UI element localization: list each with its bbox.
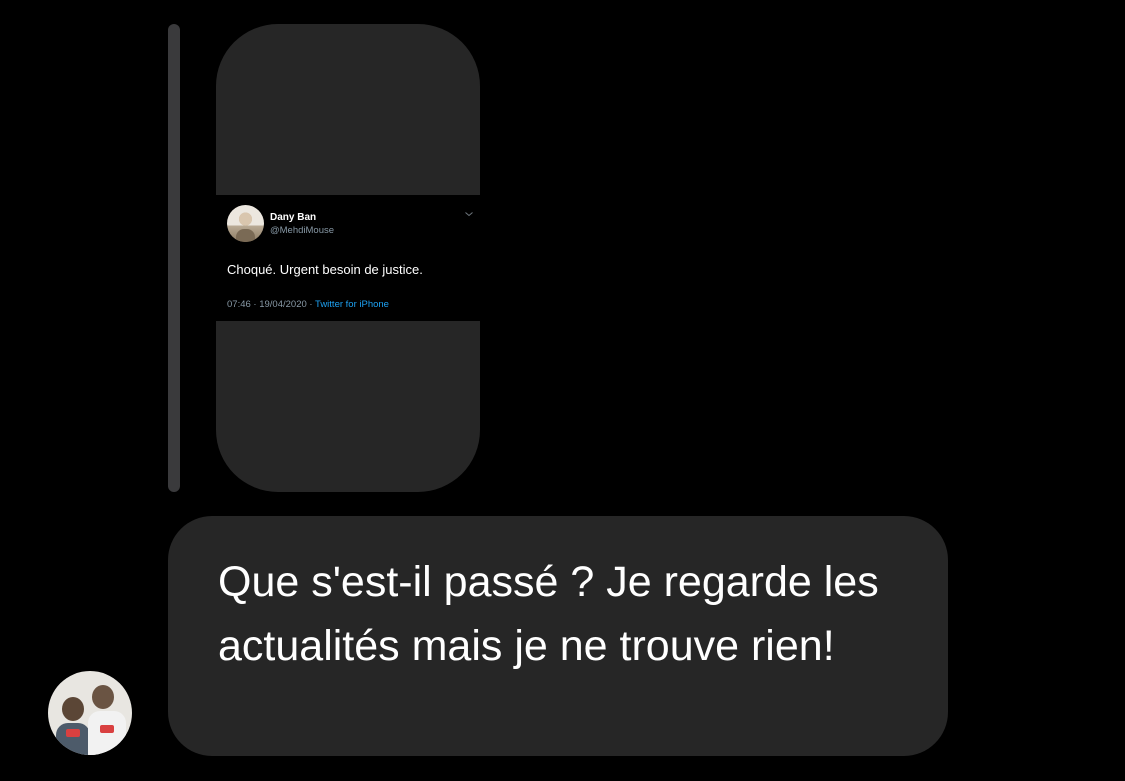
message-bubble[interactable]: Que s'est-il passé ? Je regarde les actu… — [168, 516, 948, 756]
tweet-text: Choqué. Urgent besoin de justice. — [227, 262, 423, 277]
tweet-timestamp: 07:46 · 19/04/2020 · — [227, 299, 316, 310]
chevron-down-icon — [465, 212, 473, 217]
tweet-author-avatar — [227, 205, 264, 242]
tweet-screenshot: Dany Ban @MehdiMouse Choqué. Urgent beso… — [216, 195, 480, 321]
tweet-meta: 07:46 · 19/04/2020 · Twitter for iPhone — [227, 299, 389, 310]
tweet-author-handle: @MehdiMouse — [270, 225, 335, 236]
shared-post-card[interactable]: Dany Ban @MehdiMouse Choqué. Urgent beso… — [216, 24, 480, 492]
message-text: Que s'est-il passé ? Je regarde les actu… — [218, 558, 879, 670]
tweet-author-name: Dany Ban — [270, 212, 317, 223]
tweet-source: Twitter for iPhone — [315, 299, 389, 310]
avatar[interactable] — [48, 671, 132, 755]
reply-thread-line — [168, 24, 180, 492]
